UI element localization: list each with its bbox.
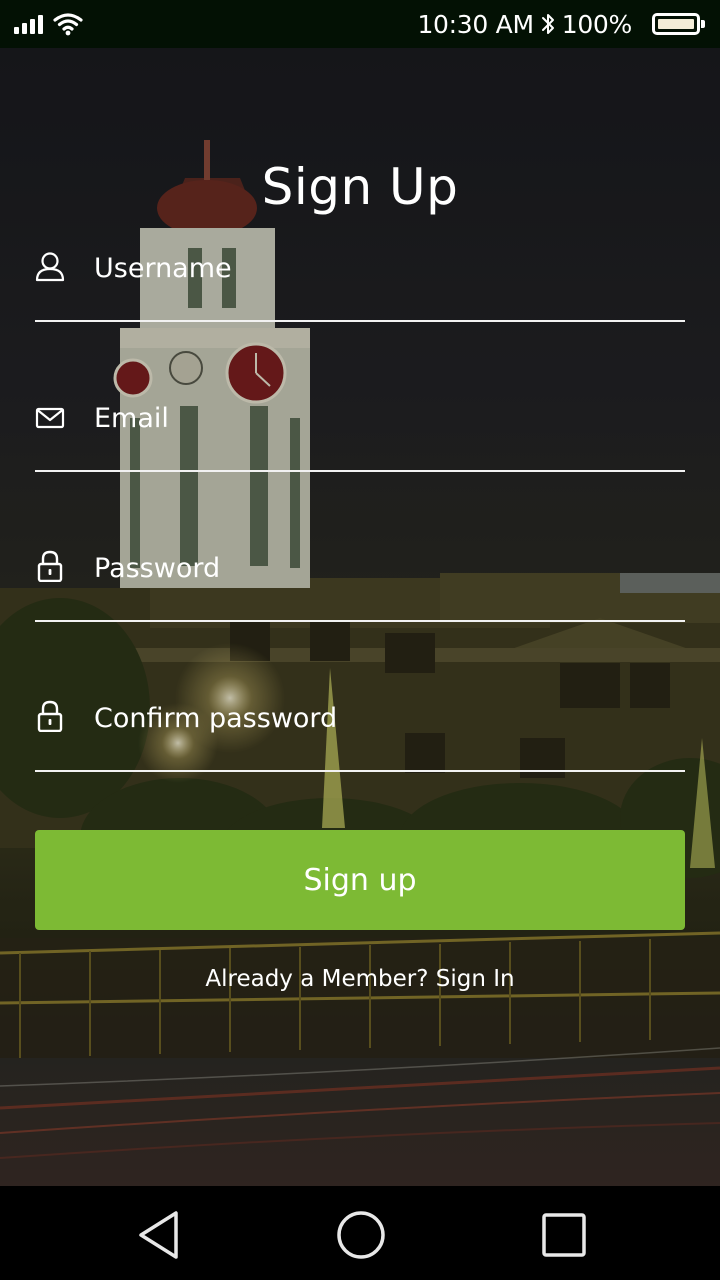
status-time: 10:30 AM — [417, 9, 534, 39]
email-field[interactable] — [35, 398, 685, 472]
battery-percent: 100% — [561, 9, 633, 39]
confirm-password-input[interactable] — [94, 698, 654, 738]
lock-icon — [37, 700, 63, 732]
back-triangle-icon[interactable] — [135, 1210, 185, 1260]
home-circle-icon[interactable] — [336, 1210, 386, 1260]
username-field[interactable] — [35, 248, 685, 322]
confirm-password-field[interactable] — [35, 698, 685, 772]
battery-icon — [652, 13, 705, 35]
signin-link[interactable]: Already a Member? Sign In — [0, 966, 720, 992]
signup-button[interactable]: Sign up — [35, 830, 685, 930]
signal-icon — [14, 14, 43, 34]
username-input[interactable] — [94, 248, 654, 288]
lock-icon — [37, 550, 63, 582]
user-icon — [35, 252, 65, 282]
status-left — [14, 10, 83, 38]
navigation-bar — [0, 1186, 720, 1280]
email-input[interactable] — [94, 398, 654, 438]
password-field[interactable] — [35, 548, 685, 622]
envelope-icon — [35, 407, 65, 429]
wifi-icon — [53, 13, 83, 36]
status-bar: 10:30 AM 100% — [0, 0, 720, 48]
password-input[interactable] — [94, 548, 654, 588]
page-title: Sign Up — [261, 158, 459, 216]
bluetooth-icon — [541, 14, 554, 34]
recents-square-icon[interactable] — [539, 1210, 589, 1260]
status-right: 10:30 AM 100% — [417, 8, 705, 40]
